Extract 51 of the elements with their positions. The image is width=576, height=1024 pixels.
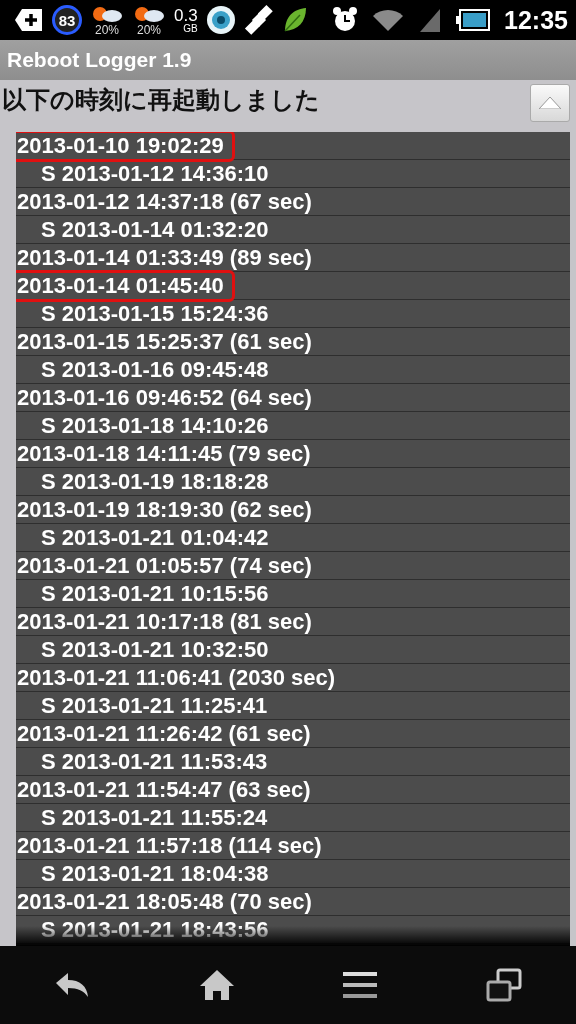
log-entry: 2013-01-21 18:05:48 (70 sec) — [16, 887, 313, 916]
data-amount: 0.3 — [174, 6, 198, 24]
log-entry: S 2013-01-21 11:55:24 — [40, 803, 269, 832]
log-entry: 2013-01-10 19:02:29 — [16, 132, 235, 162]
leaf-icon — [281, 6, 308, 34]
wifi-icon — [372, 8, 405, 32]
log-entry: 2013-01-15 15:25:37 (61 sec) — [16, 327, 313, 356]
log-entry: 2013-01-14 01:45:40 — [16, 269, 235, 302]
log-entry: 2013-01-21 11:26:42 (61 sec) — [16, 719, 312, 748]
back-icon[interactable] — [54, 971, 91, 999]
log-entry: S 2013-01-16 09:45:48 — [40, 355, 270, 384]
log-entry: 2013-01-21 11:06:41 (2030 sec) — [16, 663, 337, 692]
data-unit: GB — [183, 23, 198, 34]
log-entry: S 2013-01-21 10:32:50 — [40, 635, 270, 664]
log-entry: S 2013-01-18 14:10:26 — [40, 411, 270, 440]
log-entry: S 2013-01-21 11:53:43 — [40, 747, 269, 776]
battery-icon — [456, 9, 491, 31]
up-triangle-icon — [539, 97, 561, 109]
eye-icon — [205, 5, 236, 35]
log-entry: S 2013-01-12 14:36:10 — [40, 159, 270, 188]
log-entry: 2013-01-21 11:57:18 (114 sec) — [16, 831, 323, 860]
log-entry: 2013-01-21 01:05:57 (74 sec) — [16, 551, 313, 580]
weather-icon — [90, 4, 124, 24]
log-entry: 2013-01-12 14:37:18 (67 sec) — [16, 187, 313, 216]
log-entry: 2013-01-14 01:33:49 (89 sec) — [16, 243, 313, 272]
alarm-clock-icon — [332, 6, 359, 34]
heading: 以下の時刻に再起動しました — [2, 85, 320, 115]
weather-icon — [132, 4, 166, 24]
menu-icon[interactable] — [343, 971, 378, 999]
weather-percent: 20% — [95, 24, 119, 36]
log-entry: S 2013-01-15 15:24:36 — [40, 299, 270, 328]
signal-icon — [418, 7, 443, 33]
notification-badge: 83 — [52, 5, 82, 35]
log-entry: S 2013-01-14 01:32:20 — [40, 215, 270, 244]
log-entry: 2013-01-19 18:19:30 (62 sec) — [16, 495, 313, 524]
log-entry: 2013-01-21 11:54:47 (63 sec) — [16, 775, 312, 804]
log-entry: 2013-01-16 09:46:52 (64 sec) — [16, 383, 313, 412]
log-entry: S 2013-01-19 18:18:28 — [40, 467, 270, 496]
clock-time: 12:35 — [504, 5, 568, 35]
log-entry: S 2013-01-21 18:43:56 — [40, 915, 270, 944]
weather-percent: 20% — [137, 24, 161, 36]
app-title: Reboot Logger 1.9 — [7, 48, 192, 72]
log-entry: S 2013-01-21 11:25:41 — [40, 691, 269, 720]
home-icon[interactable] — [198, 969, 235, 1001]
add-icon — [14, 7, 44, 33]
log-entry: S 2013-01-21 01:04:42 — [40, 523, 270, 552]
recent-apps-icon[interactable] — [485, 968, 522, 1002]
log-entry: S 2013-01-21 10:15:56 — [40, 579, 270, 608]
log-entry: S 2013-01-21 18:04:38 — [40, 859, 270, 888]
log-entry: 2013-01-21 10:17:18 (81 sec) — [16, 607, 313, 636]
log-entry: 2013-01-18 14:11:45 (79 sec) — [16, 439, 312, 468]
